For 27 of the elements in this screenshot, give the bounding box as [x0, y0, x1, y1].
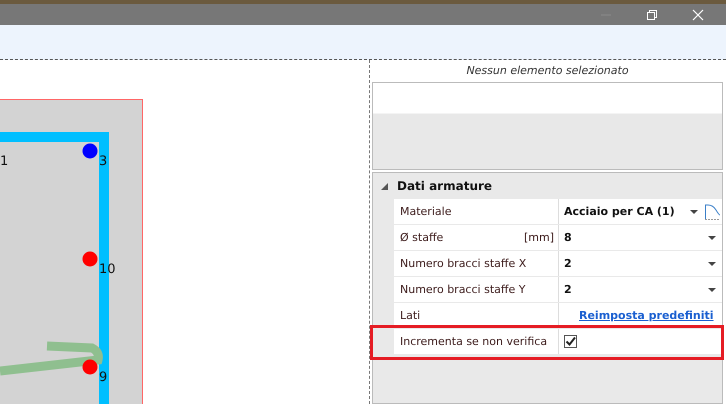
caret-icon[interactable]	[708, 236, 716, 240]
section-title: Dati armature	[397, 179, 492, 193]
expander-icon[interactable]	[381, 182, 388, 190]
reset-defaults-link[interactable]: Reimposta predefiniti	[579, 309, 714, 322]
checkbox[interactable]	[564, 335, 577, 348]
restore-icon[interactable]	[646, 8, 658, 20]
point-label: 3	[99, 154, 108, 169]
point-label: 9	[99, 370, 108, 385]
section-header[interactable]: Dati armature	[373, 173, 722, 199]
close-icon[interactable]	[692, 8, 704, 20]
property-label: Materiale	[400, 205, 452, 218]
curve-chart-icon[interactable]	[704, 203, 721, 220]
point-label: 1	[0, 154, 8, 169]
caret-icon[interactable]	[708, 288, 716, 292]
property-label: Incrementa se non verifica	[400, 335, 548, 348]
property-label: Lati	[400, 309, 420, 322]
unit-label: [mm]	[524, 231, 554, 244]
property-label: Ø staffe	[400, 231, 444, 244]
value-dropdown[interactable]: 8	[564, 231, 722, 244]
caret-icon[interactable]	[708, 262, 716, 266]
value-dropdown[interactable]: 2	[564, 257, 722, 270]
value-dropdown[interactable]: Acciaio per CA (1)	[564, 205, 704, 218]
property-label: Numero bracci staffe X	[400, 257, 526, 270]
value-dropdown[interactable]: 2	[564, 283, 722, 296]
selection-caption: Nessun elemento selezionato	[465, 63, 630, 79]
property-label: Numero bracci staffe Y	[400, 283, 526, 296]
caret-icon[interactable]	[690, 210, 698, 214]
